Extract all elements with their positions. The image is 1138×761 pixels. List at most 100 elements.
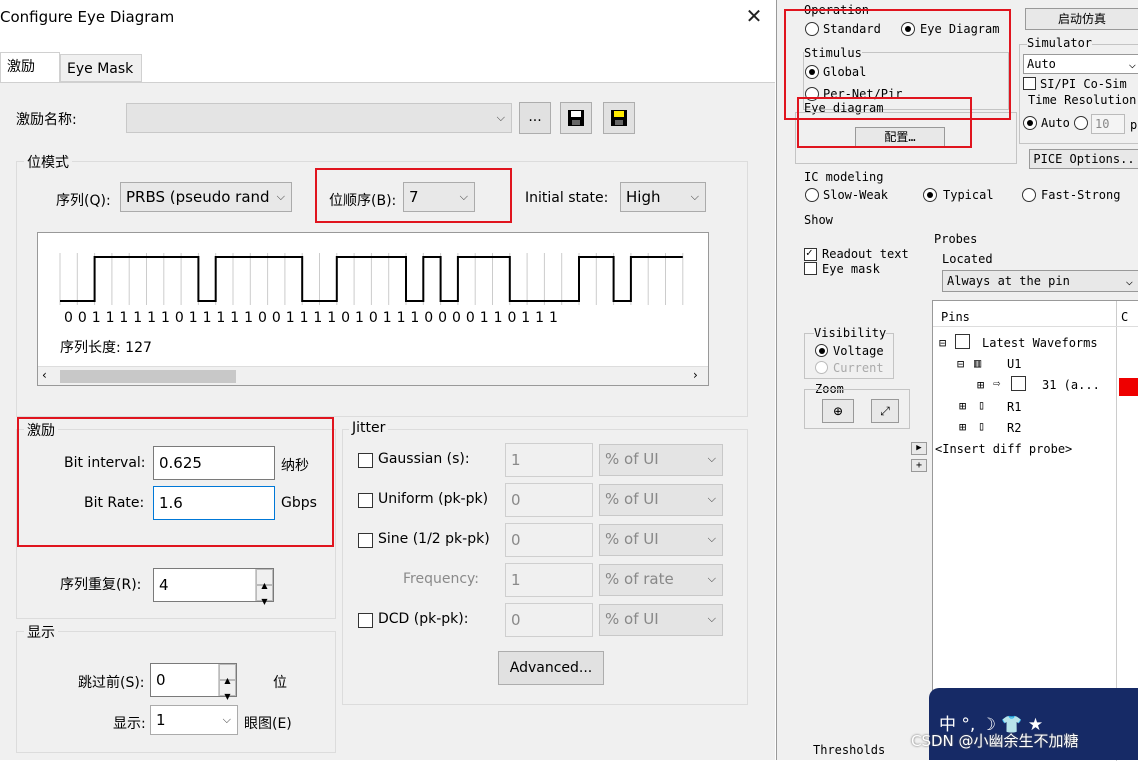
stim-name-combo[interactable]: ⌵ xyxy=(126,103,512,133)
simulator-select[interactable]: Auto ⌵ xyxy=(1023,54,1138,74)
bit-interval-input[interactable]: 0.625 xyxy=(153,446,275,480)
bit-rate-unit: Gbps xyxy=(281,495,317,511)
tab-eye-mask[interactable]: Eye Mask xyxy=(60,54,142,82)
probes-label: Probes xyxy=(934,232,978,246)
expand-icon[interactable]: ⊞ xyxy=(977,378,984,392)
sequence-select[interactable]: PRBS (pseudo rand ⌵ xyxy=(120,182,292,212)
chevron-down-icon: ⌵ xyxy=(707,452,716,465)
bit-order-value: 7 xyxy=(409,188,419,206)
skip-spinner[interactable]: ▲▼ xyxy=(218,664,236,701)
expand-icon[interactable]: ⊞ xyxy=(959,420,966,434)
skip-input[interactable]: 0 ▲▼ xyxy=(150,663,237,701)
eye-mask-checkbox[interactable] xyxy=(804,262,817,275)
ic-modeling-label: IC modeling xyxy=(804,170,884,184)
expand-icon[interactable]: ⊞ xyxy=(959,399,966,413)
located-select[interactable]: Always at the pin ⌵ xyxy=(942,270,1138,292)
auto-radio[interactable] xyxy=(1023,116,1037,130)
voltage-radio[interactable] xyxy=(815,344,828,357)
global-radio[interactable] xyxy=(805,65,819,79)
scroll-left-icon[interactable]: ‹ xyxy=(42,368,47,382)
scroll-thumb[interactable] xyxy=(60,370,236,383)
manual-res-radio[interactable] xyxy=(1074,116,1088,130)
r2-label: R2 xyxy=(1007,421,1022,435)
show-label: 显示: xyxy=(113,716,146,732)
jitter-unit-select[interactable]: % of UI ⌵ xyxy=(599,524,723,556)
initial-state-select[interactable]: High ⌵ xyxy=(620,182,706,212)
save-icon[interactable] xyxy=(560,102,592,134)
spin-down-icon[interactable]: ▼ xyxy=(219,680,236,701)
jitter-unit-select[interactable]: % of UI ⌵ xyxy=(599,444,723,476)
standard-label: Standard xyxy=(823,22,881,36)
repeat-spinner[interactable]: ▲▼ xyxy=(255,569,273,606)
spin-down-icon[interactable]: ▼ xyxy=(256,585,273,606)
bit-sequence: 0 0 1 1 1 1 1 1 0 1 1 1 1 1 0 0 1 1 1 1 … xyxy=(64,310,559,326)
bit-interval-unit: 纳秒 xyxy=(281,458,309,474)
horizontal-scrollbar[interactable]: ‹ › xyxy=(38,366,708,385)
eye-diagram-radio[interactable] xyxy=(901,22,915,36)
eye-diagram-box xyxy=(795,112,1017,164)
resolution-input[interactable]: 10 xyxy=(1091,114,1125,134)
zoom-in-icon[interactable]: ⊕ xyxy=(822,399,854,423)
column-c-header: C xyxy=(1121,310,1129,324)
zoom-fit-icon[interactable]: ⤢ xyxy=(871,399,899,423)
tab-stimulus[interactable]: 激励 xyxy=(0,52,60,83)
jitter-unit-value: % of UI xyxy=(605,530,659,548)
bit-rate-input[interactable]: 1.6 xyxy=(153,486,275,520)
browse-button[interactable]: ... xyxy=(519,102,551,134)
visibility-label: Visibility xyxy=(814,326,887,340)
bit-pattern-view: 0 0 1 1 1 1 1 1 0 1 1 1 1 1 0 0 1 1 1 1 … xyxy=(37,232,709,386)
jitter-checkbox[interactable] xyxy=(358,533,373,548)
jitter-checkbox[interactable] xyxy=(358,613,373,628)
per-net-radio[interactable] xyxy=(805,87,819,101)
scroll-right-icon[interactable]: › xyxy=(693,368,698,382)
repeat-input[interactable]: 4 ▲▼ xyxy=(153,568,274,606)
jitter-value-input[interactable]: 0 xyxy=(505,523,593,557)
standard-radio[interactable] xyxy=(805,22,819,36)
waveform xyxy=(59,253,684,305)
located-label: Located xyxy=(942,252,993,266)
readout-checkbox[interactable]: ✓ xyxy=(804,246,817,261)
configure-eye-diagram-dialog: Configure Eye Diagram ✕ 激励 Eye Mask 激励名称… xyxy=(0,0,775,760)
jitter-value-input[interactable]: 1 xyxy=(505,563,593,597)
pice-options-button[interactable]: PICE Options.. xyxy=(1029,149,1138,169)
add-probe-icon[interactable]: + xyxy=(911,459,927,472)
jitter-unit-select[interactable]: % of rate ⌵ xyxy=(599,564,723,596)
jitter-checkbox[interactable] xyxy=(358,493,373,508)
typical-radio[interactable] xyxy=(923,188,937,202)
start-simulation-button[interactable]: 启动仿真 xyxy=(1025,8,1138,30)
spin-up-icon[interactable]: ▲ xyxy=(256,569,273,590)
collapse-icon[interactable]: ⊟ xyxy=(939,336,946,350)
jitter-checkbox[interactable] xyxy=(358,453,373,468)
jitter-unit-select[interactable]: % of UI ⌵ xyxy=(599,604,723,636)
jitter-unit-select[interactable]: % of UI ⌵ xyxy=(599,484,723,516)
jitter-label: Sine (1/2 pk-pk) xyxy=(378,531,490,547)
insert-diff-probe[interactable]: <Insert diff probe> xyxy=(935,442,1072,456)
bit-order-select[interactable]: 7 ⌵ xyxy=(403,182,475,212)
initial-state-value: High xyxy=(626,188,661,206)
readout-label: Readout text xyxy=(822,247,909,261)
auto-label: Auto xyxy=(1041,116,1070,130)
jitter-value-input[interactable]: 1 xyxy=(505,443,593,477)
advanced-button[interactable]: Advanced... xyxy=(498,651,604,685)
spin-up-icon[interactable]: ▲ xyxy=(219,664,236,685)
latest-checkbox[interactable] xyxy=(955,334,970,349)
slow-weak-radio[interactable] xyxy=(805,188,819,202)
fast-strong-radio[interactable] xyxy=(1022,188,1036,202)
current-label: Current xyxy=(833,361,884,375)
pin31-color-swatch[interactable] xyxy=(1119,378,1138,396)
jitter-value-input[interactable]: 0 xyxy=(505,483,593,517)
close-icon[interactable]: ✕ xyxy=(744,4,764,28)
chevron-down-icon: ⌵ xyxy=(459,190,468,203)
initial-state-label: Initial state: xyxy=(525,190,609,206)
pin31-checkbox[interactable] xyxy=(1011,376,1026,391)
collapse-icon[interactable]: ⊟ xyxy=(957,357,964,371)
latest-waveforms: Latest Waveforms xyxy=(982,336,1098,350)
jitter-value-input[interactable]: 0 xyxy=(505,603,593,637)
sipi-checkbox[interactable] xyxy=(1023,77,1036,90)
arrow-right-icon[interactable]: ▶ xyxy=(911,442,927,455)
time-resolution-label: Time Resolution xyxy=(1028,93,1137,107)
show-select[interactable]: 1 ⌵ xyxy=(150,705,238,735)
current-radio[interactable] xyxy=(815,361,828,374)
located-value: Always at the pin xyxy=(947,274,1070,288)
save-as-icon[interactable] xyxy=(603,102,635,134)
